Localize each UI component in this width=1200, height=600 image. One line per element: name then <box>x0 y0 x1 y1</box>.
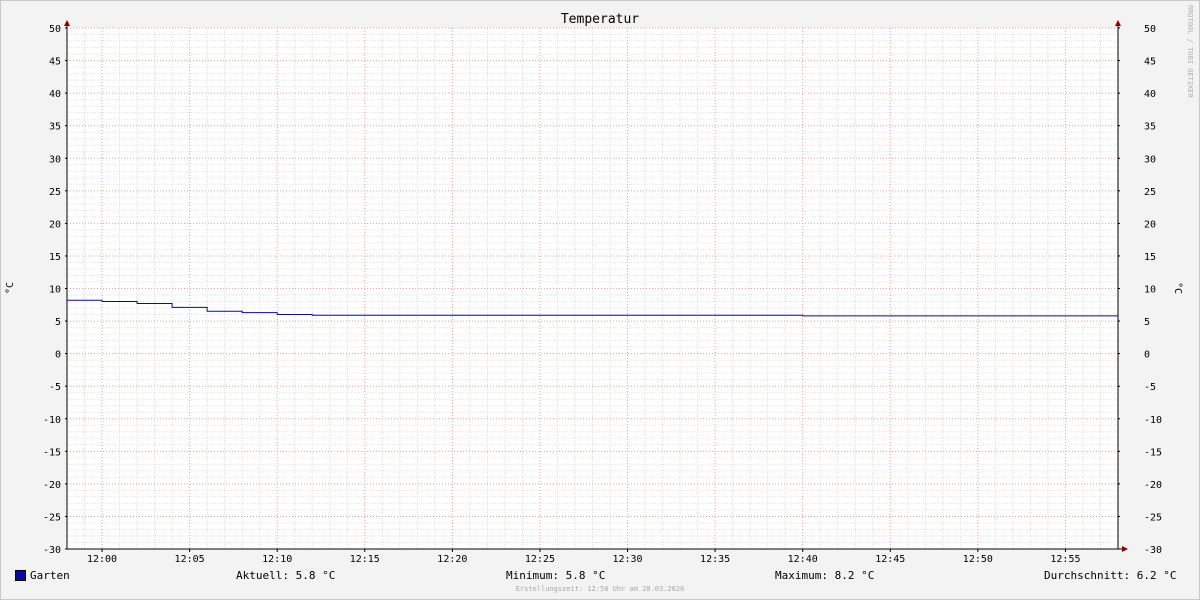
y-ticks-left: 50454035302520151050-5-10-15-20-25-30 <box>43 24 67 556</box>
y-tick-label-left: 30 <box>49 154 61 165</box>
temperature-chart: 50454035302520151050-5-10-15-20-25-30 50… <box>5 5 1194 565</box>
x-tick-label: 12:25 <box>525 554 555 565</box>
legend-swatch-garten <box>15 570 26 581</box>
y-tick-label-right: -25 <box>1144 512 1162 523</box>
y-tick-label-right: 40 <box>1144 89 1156 100</box>
chart-title: Temperatur <box>561 12 639 27</box>
x-tick-label: 12:50 <box>963 554 993 565</box>
x-tick-label: 12:35 <box>700 554 730 565</box>
x-axis-arrow <box>1122 546 1128 552</box>
y-tick-label-left: 25 <box>49 187 61 198</box>
y-tick-label-left: 35 <box>49 122 61 133</box>
y-tick-label-left: 20 <box>49 219 61 230</box>
y-tick-label-left: 15 <box>49 252 61 263</box>
y-tick-label-left: 50 <box>49 24 61 35</box>
legend-average: Durchschnitt: 6.2 °C <box>1044 569 1177 582</box>
x-tick-label: 12:05 <box>175 554 205 565</box>
y-tick-label-right: 35 <box>1144 122 1156 133</box>
watermark: RRDTOOL / TOBI OETIKER <box>1186 5 1194 99</box>
y-tick-label-left: 40 <box>49 89 61 100</box>
y-tick-label-left: -25 <box>43 512 61 523</box>
y-tick-label-left: -20 <box>43 480 61 491</box>
x-tick-label: 12:00 <box>87 554 117 565</box>
legend-minimum: Minimum: 5.8 °C <box>506 569 606 582</box>
y-tick-label-right: -30 <box>1144 545 1162 556</box>
y-axis-arrow-left <box>64 20 70 26</box>
y-tick-label-left: 10 <box>49 285 61 296</box>
x-tick-label: 12:40 <box>788 554 818 565</box>
y-tick-label-left: -10 <box>43 415 61 426</box>
y-tick-label-right: 25 <box>1144 187 1156 198</box>
y-tick-label-right: -10 <box>1144 415 1162 426</box>
x-tick-label: 12:20 <box>437 554 467 565</box>
y-tick-label-right: 15 <box>1144 252 1156 263</box>
y-tick-label-right: 10 <box>1144 285 1156 296</box>
x-tick-label: 12:30 <box>612 554 642 565</box>
x-tick-label: 12:45 <box>875 554 905 565</box>
x-ticks: 12:00 12:05 12:10 12:15 12:20 12:25 12:30 12:35… <box>87 549 1081 565</box>
y-axis-arrow-right <box>1115 20 1121 26</box>
footer-creation-time: Erstellungszeit: 12:58 Uhr am 28.03.2026 <box>515 585 685 593</box>
y-tick-label-right: 50 <box>1144 24 1156 35</box>
y-ticks-right: 50454035302520151050-5-10-15-20-25-30 <box>1118 24 1162 556</box>
y-axis-label-left: °C <box>5 282 16 294</box>
x-tick-label: 12:10 <box>262 554 292 565</box>
y-tick-label-right: 0 <box>1144 350 1150 361</box>
y-tick-label-right: -5 <box>1144 382 1156 393</box>
x-tick-label: 12:55 <box>1050 554 1080 565</box>
y-tick-label-left: -30 <box>43 545 61 556</box>
y-axis-label-right: °C <box>1172 282 1183 294</box>
legend-maximum: Maximum: 8.2 °C <box>775 569 875 582</box>
legend-series-name: Garten <box>30 569 70 582</box>
y-tick-label-left: 0 <box>55 350 61 361</box>
y-tick-label-right: 45 <box>1144 57 1156 68</box>
y-tick-label-right: 20 <box>1144 219 1156 230</box>
y-tick-label-left: -5 <box>49 382 61 393</box>
y-tick-label-right: 30 <box>1144 154 1156 165</box>
y-tick-label-left: -15 <box>43 447 61 458</box>
y-tick-label-right: 5 <box>1144 317 1150 328</box>
y-tick-label-left: 5 <box>55 317 61 328</box>
y-tick-label-left: 45 <box>49 57 61 68</box>
y-tick-label-right: -20 <box>1144 480 1162 491</box>
x-tick-label: 12:15 <box>350 554 380 565</box>
y-tick-label-right: -15 <box>1144 447 1162 458</box>
legend-current: Aktuell: 5.8 °C <box>236 569 336 582</box>
